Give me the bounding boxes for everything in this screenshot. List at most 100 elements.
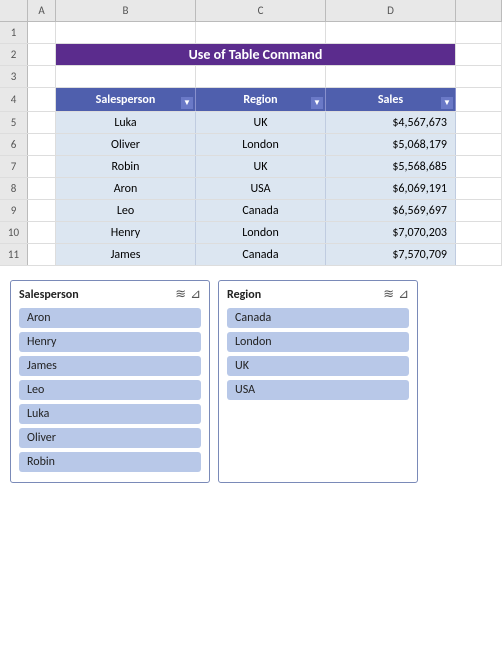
rownum-10: 10 (0, 222, 28, 243)
region-sort-icon[interactable]: ≋ (383, 287, 394, 302)
cell-d1 (326, 22, 456, 43)
row-4: 4 Salesperson ▼ Region ▼ Sales ▼ (0, 88, 502, 112)
col-header-c: C (196, 0, 326, 21)
cell-salesperson-11: James (56, 244, 196, 265)
title-merged-cell: Use of Table Command (56, 44, 456, 65)
cell-a10 (28, 222, 56, 243)
salesperson-filter-item[interactable]: Leo (19, 380, 201, 400)
cell-salesperson-5: Luka (56, 112, 196, 133)
salesperson-sort-icon[interactable]: ≋ (175, 287, 186, 302)
salesperson-filter-item[interactable]: Robin (19, 452, 201, 472)
cell-sales-9: $6,569,697 (326, 200, 456, 221)
salesperson-panel-header: Salesperson ≋ ⊿ (19, 287, 201, 302)
cell-rest-9 (456, 200, 502, 221)
cell-a1 (28, 22, 56, 43)
rownum-6: 6 (0, 134, 28, 155)
salesperson-filter-icon[interactable]: ⊿ (190, 287, 201, 302)
row-5: 5 Luka UK $4,567,673 (0, 112, 502, 134)
cell-rest-3 (456, 66, 502, 87)
row-10: 10 Henry London $7,070,203 (0, 222, 502, 244)
col-header-d: D (326, 0, 456, 21)
column-headers-row: A B C D (0, 0, 502, 22)
region-panel-title: Region (227, 288, 261, 302)
col-header-b: B (56, 0, 196, 21)
cell-sales-6: $5,068,179 (326, 134, 456, 155)
cell-rest-5 (456, 112, 502, 133)
salesperson-filter-item[interactable]: Oliver (19, 428, 201, 448)
cell-rest-1 (456, 22, 502, 43)
region-dropdown[interactable]: ▼ (311, 97, 323, 109)
region-filter-icon[interactable]: ⊿ (398, 287, 409, 302)
rownum-1: 1 (0, 22, 28, 43)
table-data: 5 Luka UK $4,567,673 6 Oliver London $5,… (0, 112, 502, 266)
region-items-list: Canada London UK USA (227, 308, 409, 400)
cell-d3 (326, 66, 456, 87)
cell-rest-7 (456, 156, 502, 177)
cell-a9 (28, 200, 56, 221)
cell-a2 (28, 44, 56, 65)
cell-rest-4 (456, 88, 502, 111)
cell-b3 (56, 66, 196, 87)
cell-salesperson-10: Henry (56, 222, 196, 243)
cell-c1 (196, 22, 326, 43)
cell-rest-6 (456, 134, 502, 155)
cell-c3 (196, 66, 326, 87)
header-salesperson[interactable]: Salesperson ▼ (56, 88, 196, 111)
cell-region-7: UK (196, 156, 326, 177)
cell-rest-10 (456, 222, 502, 243)
salesperson-panel-title: Salesperson (19, 288, 79, 302)
cell-region-9: Canada (196, 200, 326, 221)
rownum-11: 11 (0, 244, 28, 265)
salesperson-filter-item[interactable]: Henry (19, 332, 201, 352)
cell-salesperson-7: Robin (56, 156, 196, 177)
cell-region-11: Canada (196, 244, 326, 265)
col-header-rest (456, 0, 502, 21)
rownum-3: 3 (0, 66, 28, 87)
spreadsheet: A B C D 1 2 Use of Table Command 3 (0, 0, 502, 647)
salesperson-dropdown[interactable]: ▼ (181, 97, 193, 109)
cell-region-10: London (196, 222, 326, 243)
sales-dropdown[interactable]: ▼ (441, 97, 453, 109)
cell-sales-7: $5,568,685 (326, 156, 456, 177)
rownum-7: 7 (0, 156, 28, 177)
cell-sales-5: $4,567,673 (326, 112, 456, 133)
cell-a11 (28, 244, 56, 265)
salesperson-items-list: Aron Henry James Leo Luka Oliver Robin (19, 308, 201, 472)
cell-rest-2 (456, 44, 502, 65)
row-2: 2 Use of Table Command (0, 44, 502, 66)
region-filter-item[interactable]: UK (227, 356, 409, 376)
cell-a8 (28, 178, 56, 199)
spreadsheet-title: Use of Table Command (189, 46, 323, 63)
cell-rest-11 (456, 244, 502, 265)
cell-a4 (28, 88, 56, 111)
col-header-a: A (28, 0, 56, 21)
region-panel-header: Region ≋ ⊿ (227, 287, 409, 302)
region-filter-item[interactable]: USA (227, 380, 409, 400)
salesperson-filter-item[interactable]: Aron (19, 308, 201, 328)
rownum-5: 5 (0, 112, 28, 133)
cell-region-8: USA (196, 178, 326, 199)
header-sales[interactable]: Sales ▼ (326, 88, 456, 111)
cell-b1 (56, 22, 196, 43)
cell-sales-11: $7,570,709 (326, 244, 456, 265)
header-region[interactable]: Region ▼ (196, 88, 326, 111)
row-7: 7 Robin UK $5,568,685 (0, 156, 502, 178)
cell-sales-10: $7,070,203 (326, 222, 456, 243)
cell-region-6: London (196, 134, 326, 155)
region-filter-item[interactable]: London (227, 332, 409, 352)
region-filter-item[interactable]: Canada (227, 308, 409, 328)
rownum-2: 2 (0, 44, 28, 65)
corner-cell (0, 0, 28, 21)
row-6: 6 Oliver London $5,068,179 (0, 134, 502, 156)
cell-a6 (28, 134, 56, 155)
row-1: 1 (0, 22, 502, 44)
salesperson-filter-item[interactable]: James (19, 356, 201, 376)
cell-region-5: UK (196, 112, 326, 133)
region-panel-icons: ≋ ⊿ (383, 287, 409, 302)
salesperson-filter-item[interactable]: Luka (19, 404, 201, 424)
region-filter-panel: Region ≋ ⊿ Canada London UK USA (218, 280, 418, 483)
cell-a5 (28, 112, 56, 133)
cell-salesperson-9: Leo (56, 200, 196, 221)
cell-a3 (28, 66, 56, 87)
filter-panels-container: Salesperson ≋ ⊿ Aron Henry James Leo Luka Oli… (0, 270, 502, 493)
